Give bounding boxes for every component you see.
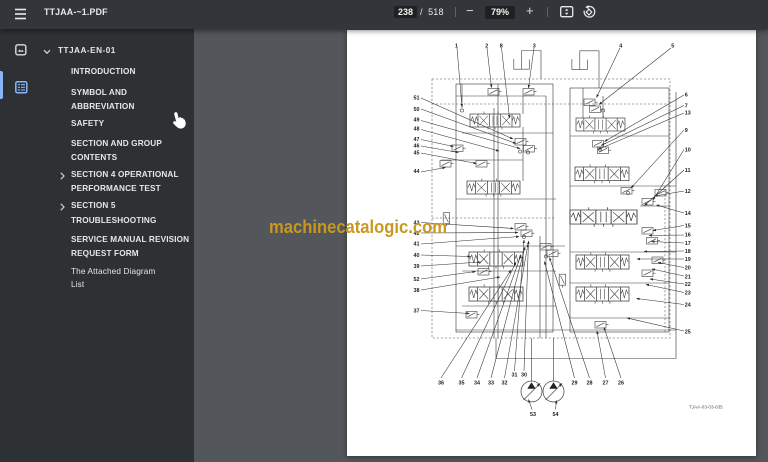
svg-text:53: 53 [530, 412, 536, 418]
svg-text:29: 29 [572, 381, 578, 387]
svg-text:TJAA-03-03-035: TJAA-03-03-035 [689, 405, 723, 410]
svg-text:17: 17 [685, 241, 691, 247]
svg-text:15: 15 [685, 223, 691, 229]
svg-text:11: 11 [685, 168, 691, 174]
svg-text:25: 25 [685, 329, 691, 335]
svg-text:38: 38 [414, 288, 420, 294]
svg-text:24: 24 [685, 303, 691, 309]
svg-text:18: 18 [685, 249, 691, 255]
svg-text:52: 52 [414, 277, 420, 283]
svg-text:4: 4 [619, 43, 622, 49]
svg-text:26: 26 [618, 381, 624, 387]
svg-text:33: 33 [488, 381, 494, 387]
svg-text:45: 45 [414, 151, 420, 157]
svg-text:10: 10 [685, 147, 691, 153]
svg-text:41: 41 [414, 242, 420, 248]
svg-text:36: 36 [438, 381, 444, 387]
svg-text:54: 54 [553, 412, 559, 418]
svg-text:22: 22 [685, 282, 691, 288]
svg-text:19: 19 [685, 257, 691, 263]
svg-text:2: 2 [485, 43, 488, 49]
svg-text:35: 35 [459, 381, 465, 387]
svg-text:23: 23 [685, 291, 691, 297]
svg-text:6: 6 [685, 93, 688, 99]
svg-text:16: 16 [685, 233, 691, 239]
svg-text:9: 9 [685, 128, 688, 134]
svg-text:8: 8 [500, 43, 503, 49]
svg-text:13: 13 [685, 111, 691, 117]
svg-text:32: 32 [502, 381, 508, 387]
svg-text:14: 14 [685, 211, 691, 217]
svg-text:39: 39 [414, 264, 420, 270]
svg-text:30: 30 [521, 373, 527, 379]
svg-text:47: 47 [414, 137, 420, 143]
svg-text:49: 49 [414, 118, 420, 124]
svg-text:48: 48 [414, 127, 420, 133]
svg-text:40: 40 [414, 253, 420, 259]
svg-text:44: 44 [414, 169, 420, 175]
svg-text:12: 12 [685, 189, 691, 195]
svg-text:46: 46 [414, 144, 420, 150]
svg-text:20: 20 [685, 266, 691, 272]
svg-text:1: 1 [455, 43, 458, 49]
svg-text:31: 31 [512, 373, 518, 379]
svg-text:3: 3 [533, 43, 536, 49]
svg-text:5: 5 [671, 43, 674, 49]
svg-text:21: 21 [685, 274, 691, 280]
svg-text:7: 7 [685, 104, 688, 110]
svg-text:51: 51 [414, 96, 420, 102]
svg-text:50: 50 [414, 107, 420, 113]
svg-text:27: 27 [603, 381, 609, 387]
svg-text:28: 28 [587, 381, 593, 387]
svg-text:37: 37 [414, 308, 420, 314]
svg-text:34: 34 [474, 381, 480, 387]
